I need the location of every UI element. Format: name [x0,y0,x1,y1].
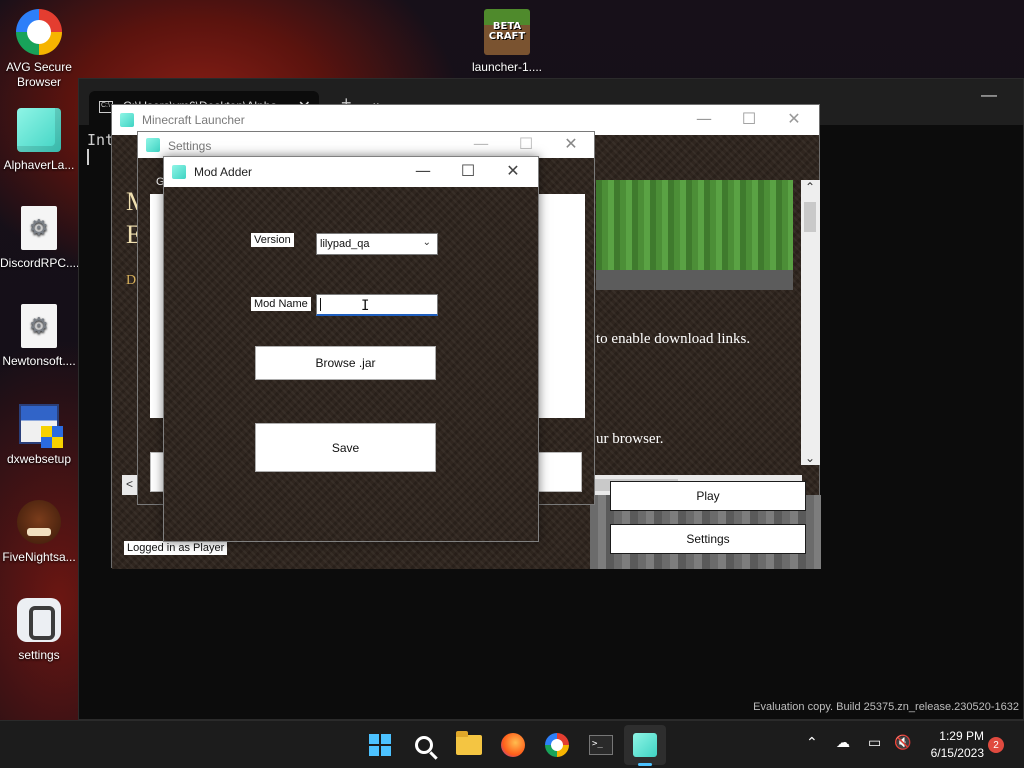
terminal-cursor [87,149,89,165]
settings-button[interactable]: Settings [610,524,806,554]
beta-craft-logo-text: BETA CRAFT [484,9,530,55]
settings-maximize-button[interactable]: ☐ [511,134,541,153]
settings-title: Settings [168,139,212,153]
scroll-thumb[interactable] [804,202,816,232]
settings-minimize-button[interactable]: — [466,134,496,153]
volume-muted-icon[interactable]: 🔇 [894,735,911,751]
chevron-down-icon: ⌄ [422,237,431,248]
terminal-minimize-button[interactable]: — [981,87,997,105]
desktop-icon-label: AlphaverLa... [3,158,75,172]
desktop-icon-label: AVG Secure Browser [6,60,72,89]
desktop-icon-avg-browser[interactable]: AVG Secure Browser [0,8,78,90]
launcher-maximize-button[interactable]: ☐ [734,109,764,128]
play-button[interactable]: Play [610,481,806,511]
scroll-left-icon[interactable]: < [126,477,133,491]
mod-name-label: Mod Name [251,297,311,311]
version-select-value: lilypad_qa [320,238,370,250]
clock-date: 6/15/2023 [930,746,984,760]
cube-app-icon [15,106,63,154]
search-icon [415,736,433,754]
onedrive-cloud-icon[interactable]: ☁ [836,735,850,751]
settings-app-icon [146,138,160,152]
search-button[interactable] [410,731,438,759]
desktop-icon-fnaf[interactable]: FiveNightsa... [0,498,78,565]
alphaver-launcher-button[interactable] [631,731,659,759]
notification-badge[interactable]: 2 [988,737,1004,753]
desktop-icon-label: FiveNightsa... [2,550,76,564]
launcher-minimize-button[interactable]: — [689,109,719,128]
desktop-icon-launcher[interactable]: BETA CRAFT launcher-1.... [468,8,546,75]
avg-browser-icon [545,733,569,757]
mod-adder-close-button[interactable]: ✕ [498,161,528,180]
settings-app-icon [15,596,63,644]
settings-close-button[interactable]: ✕ [556,134,586,153]
system-clock[interactable]: 1:29 PM 6/15/2023 [922,728,984,762]
mod-adder-title-bar: Mod Adder — ☐ ✕ [164,157,538,187]
terminal-icon: >_ [589,735,613,755]
network-icon[interactable]: ▭ [868,735,881,751]
desktop-icon-label: DiscordRPC.... [0,256,80,270]
active-app-indicator [638,763,652,766]
launcher-close-button[interactable]: ✕ [779,109,809,128]
firefox-icon [501,733,525,757]
fnaf-game-icon [15,498,63,546]
news-vertical-scrollbar[interactable]: ⌃ ⌄ [801,180,820,465]
desktop-icon-label: launcher-1.... [471,60,543,74]
desktop-icon-settings[interactable]: settings [0,596,78,663]
installer-icon [15,400,63,448]
launcher-title: Minecraft Launcher [142,113,245,127]
news-banner-stone [596,270,793,290]
firefox-button[interactable] [499,731,527,759]
scroll-up-icon[interactable]: ⌃ [805,180,815,194]
clock-time: 1:29 PM [939,729,984,743]
mod-adder-window[interactable]: Mod Adder — ☐ ✕ Version lilypad_qa ⌄ Mod… [163,156,539,542]
login-status: Logged in as Player [124,541,228,555]
mod-adder-maximize-button[interactable]: ☐ [453,161,483,180]
dll-file-icon [15,302,63,350]
folder-icon [456,731,482,755]
mod-adder-minimize-button[interactable]: — [408,161,438,180]
version-select[interactable]: lilypad_qa ⌄ [316,233,438,255]
text-cursor-icon: I [361,298,370,314]
avg-browser-icon [15,8,63,56]
desktop-icon-label: Newtonsoft.... [2,354,76,368]
news-text: ur browser. [596,431,664,447]
mod-adder-app-icon [172,165,186,179]
show-hidden-icons-chevron-icon[interactable]: ⌃ [806,735,818,751]
desktop-icon-label: dxwebsetup [6,452,72,466]
desktop-icon-label: settings [18,648,60,662]
desktop-icon-discordrpc[interactable]: DiscordRPC.... [0,204,80,271]
start-button[interactable] [366,731,394,759]
terminal-button[interactable]: >_ [587,731,615,759]
scroll-down-icon[interactable]: ⌄ [805,451,815,465]
desktop-icon-newtonsoft[interactable]: Newtonsoft.... [0,302,78,369]
windows-icon [369,734,391,756]
dll-file-icon [15,204,63,252]
settings-title-bar: Settings — ☐ ✕ [138,132,594,158]
avg-browser-button[interactable] [543,731,571,759]
text-caret [320,298,321,311]
file-explorer-button[interactable] [455,731,483,759]
cube-app-icon [633,733,657,757]
news-link-fragment[interactable]: D [126,273,136,289]
news-text: to enable download links. [596,331,751,347]
mod-name-input[interactable] [316,294,438,316]
desktop-icon-dxwebsetup[interactable]: dxwebsetup [0,400,78,467]
save-button[interactable]: Save [255,423,436,472]
version-label: Version [251,233,294,247]
browse-jar-button[interactable]: Browse .jar [255,346,436,380]
beta-craft-icon: BETA CRAFT [483,8,531,56]
desktop-icon-alphaver-launcher[interactable]: AlphaverLa... [0,106,78,173]
mod-adder-title: Mod Adder [194,165,253,179]
evaluation-watermark: Evaluation copy. Build 25375.zn_release.… [753,701,1019,713]
taskbar: >_ ⌃ ☁ ▭ 🔇 1:29 PM 6/15/2023 2 [0,720,1024,768]
launcher-app-icon [120,113,134,127]
